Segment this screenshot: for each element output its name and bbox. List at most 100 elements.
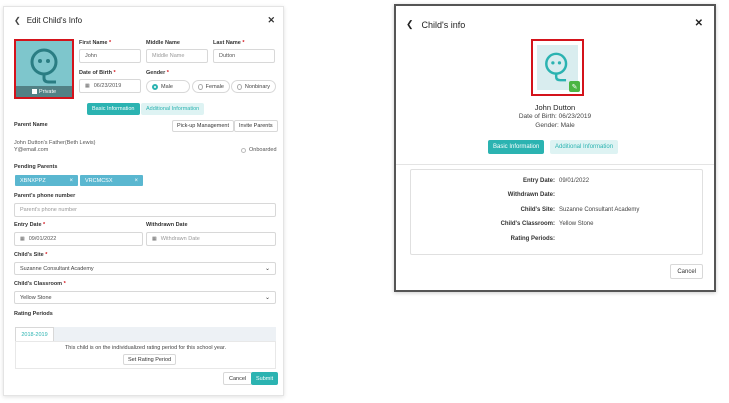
edit-child-dialog: ❮ Edit Child's Info ✕ Private First Name… [3,6,284,396]
edit-icon[interactable]: ✎ [569,81,580,92]
withdrawn-date-placeholder: Withdrawn Date [160,236,200,242]
detail-key: Withdrawn Date: [507,192,555,198]
calendar-icon: ▦ [20,236,25,242]
child-avatar-icon [30,48,58,84]
tab-additional-information[interactable]: Additional Information [141,103,205,115]
parent-name-text: John Dutton's Father(Beth Lewis) [14,140,96,146]
gender-label: Gender * [146,70,169,76]
first-name-value: John [85,53,97,59]
pending-parent-chip: VRCMCSX × [80,175,143,186]
detail-row: Child's Site: Suzanne Consultant Academy [411,207,702,213]
gender-nonbinary-label: Nonbinary [244,83,270,90]
detail-row: Rating Periods: [411,236,702,242]
entry-date-input[interactable]: ▦ 09/01/2022 [14,232,143,246]
site-value: Suzanne Consultant Academy [20,265,94,272]
detail-value: 09/01/2022 [559,178,590,184]
dialog-title: Edit Child's Info [26,16,83,25]
dialog-title: Child's info [421,19,466,30]
site-label: Child's Site * [14,252,48,258]
gender-male-label: Male [161,83,173,90]
detail-value: Yellow Stone [559,221,594,227]
avatar-upload[interactable]: Private [14,39,74,99]
gender-option-nonbinary[interactable]: Nonbinary [231,80,276,93]
classroom-label: Child's Classroom * [14,281,66,287]
child-name: John Dutton [534,103,576,112]
parent-name-heading: Parent Name [14,122,48,128]
tab-additional-information[interactable]: Additional Information [550,140,619,154]
back-chevron-icon[interactable]: ❮ [14,16,21,25]
middle-name-label: Middle Name [146,40,180,46]
pending-parent-chip: XBNXPPZ × [15,175,78,186]
first-name-label: First Name * [79,40,112,46]
pickup-management-button[interactable]: Pick-up Management [172,120,234,132]
dob-label: Date of Birth * [79,70,116,76]
child-avatar-icon [545,52,568,82]
child-info-dialog: ❮ Child's info ✕ ✎ John Dutton Date of B… [394,4,716,292]
child-dob: Date of Birth: 06/23/2019 [518,113,592,120]
rating-tabs-bar [15,327,276,341]
detail-key: Child's Site: [520,207,555,213]
tab-basic-information[interactable]: Basic Information [87,103,140,115]
chip-label: VRCMCSX [85,177,113,184]
child-gender: Gender: Male [535,122,575,129]
cancel-button[interactable]: Cancel [223,372,253,385]
last-name-label: Last Name * [213,40,245,46]
onboarded-label: Onboarded [249,147,277,153]
remove-chip-icon[interactable]: × [69,178,73,184]
pending-parents-heading: Pending Parents [14,164,58,170]
status-circle-icon [241,147,246,153]
parent-email-text: Y@email.com [14,147,49,153]
calendar-icon: ▦ [85,83,90,89]
middle-name-input[interactable]: Middle Name [146,49,208,63]
close-icon[interactable]: ✕ [695,18,703,29]
entry-date-label: Entry Date * [14,222,46,228]
dob-input[interactable]: ▦ 06/23/2019 [79,79,141,93]
phone-input[interactable]: Parent's phone number [14,203,276,217]
entry-date-value: 09/01/2022 [28,236,57,242]
gender-option-female[interactable]: Female [192,80,230,93]
classroom-select[interactable]: Yellow Stone ⌄ [14,291,276,304]
close-icon[interactable]: ✕ [267,15,275,26]
detail-row: Withdrawn Date: [411,192,702,198]
private-checkbox[interactable] [31,89,37,94]
dob-value: 06/23/2019 [93,83,122,89]
back-chevron-icon[interactable]: ❮ [406,19,414,30]
private-toggle[interactable]: Private [16,86,72,97]
dialog-header: ❮ Child's info [406,19,465,30]
set-rating-period-button[interactable]: Set Rating Period [123,354,177,365]
avatar[interactable]: ✎ [531,39,584,96]
detail-key: Child's Classroom: [500,221,555,227]
chip-label: XBNXPPZ [20,177,46,184]
private-label: Private [38,88,57,95]
rating-periods-heading: Rating Periods [14,311,53,317]
detail-value: Suzanne Consultant Academy [559,207,640,213]
cancel-button[interactable]: Cancel [670,264,703,279]
radio-icon [237,83,242,90]
classroom-value: Yellow Stone [20,294,52,301]
withdrawn-date-input[interactable]: ▦ Withdrawn Date [146,232,276,246]
invite-parents-button[interactable]: Invite Parents [234,120,278,132]
site-select[interactable]: Suzanne Consultant Academy ⌄ [14,262,276,275]
onboarded-status: Onboarded [241,147,277,153]
detail-row: Entry Date: 09/01/2022 [411,178,702,184]
withdrawn-date-label: Withdrawn Date [146,222,188,228]
radio-icon [198,83,203,90]
chevron-down-icon: ⌄ [264,266,270,272]
detail-key: Rating Periods: [510,236,555,242]
phone-label: Parent's phone number [14,193,76,199]
last-name-input[interactable]: Dutton [213,49,275,63]
tab-rating-year[interactable]: 2018-2019 [15,327,54,341]
basic-info-card: Entry Date: 09/01/2022 Withdrawn Date: Ch… [410,169,703,255]
first-name-input[interactable]: John [79,49,141,63]
rating-panel: This child is on the individualized rati… [15,341,276,369]
submit-button[interactable]: Submit [251,372,279,385]
dialog-header: ❮ Edit Child's Info [14,16,82,25]
last-name-value: Dutton [219,53,236,59]
rating-message: This child is on the individualized rati… [64,345,227,351]
radio-selected-icon [152,83,158,90]
remove-chip-icon[interactable]: × [134,178,138,184]
divider [396,164,714,165]
tab-basic-information[interactable]: Basic Information [488,140,545,154]
gender-female-label: Female [205,83,224,90]
gender-option-male[interactable]: Male [146,80,190,93]
